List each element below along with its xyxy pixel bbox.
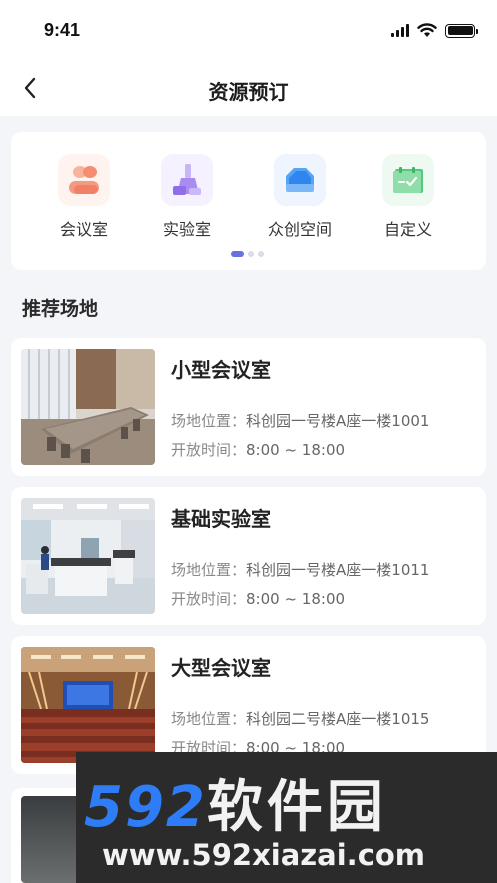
carousel-dots[interactable] bbox=[231, 251, 264, 257]
venue-photo bbox=[21, 498, 155, 614]
wifi-icon bbox=[417, 23, 437, 37]
venue-card[interactable]: 小型会议室 场地位置：科创园一号楼A座一楼1001 开放时间：8:00 ~ 18… bbox=[11, 338, 486, 476]
status-time: 9:41 bbox=[44, 20, 81, 40]
venue-photo bbox=[21, 349, 155, 465]
venue-hours: 开放时间：8:00 ~ 18:00 bbox=[171, 441, 346, 459]
cellular-signal-icon bbox=[391, 24, 409, 37]
carousel-dot[interactable] bbox=[258, 251, 264, 257]
venue-location: 场地位置：科创园二号楼A座一楼1015 bbox=[171, 710, 430, 728]
category-custom[interactable]: 自定义 bbox=[363, 154, 453, 244]
page-title: 资源预订 bbox=[208, 80, 289, 104]
category-label: 众创空间 bbox=[267, 220, 332, 239]
venue-card[interactable]: 基础实验室 场地位置：科创园一号楼A座一楼1011 开放时间：8:00 ~ 18… bbox=[11, 487, 486, 625]
carousel-dot[interactable] bbox=[248, 251, 254, 257]
venue-location: 场地位置：科创园一号楼A座一楼1011 bbox=[171, 561, 430, 579]
venue-photo bbox=[21, 796, 81, 883]
watermark-overlay: 592软件园 www.592xiazai.com bbox=[76, 752, 497, 883]
category-card: 会议室 实验室 众创空间 自定义 bbox=[11, 132, 486, 270]
category-label: 实验室 bbox=[162, 220, 211, 239]
venue-card-partial[interactable] bbox=[11, 788, 81, 883]
venue-name: 小型会议室 bbox=[171, 358, 271, 382]
venue-photo bbox=[21, 647, 155, 763]
watermark-brand: 592软件园 bbox=[84, 775, 387, 840]
meeting-room-icon bbox=[58, 154, 110, 206]
section-title: 推荐场地 bbox=[22, 298, 99, 320]
status-bar: 9:41 bbox=[0, 0, 497, 62]
category-label: 自定义 bbox=[383, 220, 432, 239]
venue-name: 大型会议室 bbox=[171, 656, 271, 680]
category-label: 会议室 bbox=[59, 220, 108, 239]
maker-space-icon bbox=[274, 154, 326, 206]
venue-hours: 开放时间：8:00 ~ 18:00 bbox=[171, 590, 346, 608]
watermark-url: www.592xiazai.com bbox=[102, 838, 426, 872]
category-meeting-room[interactable]: 会议室 bbox=[39, 154, 129, 244]
venue-location: 场地位置：科创园一号楼A座一楼1001 bbox=[171, 412, 430, 430]
status-icons bbox=[391, 23, 478, 38]
carousel-dot[interactable] bbox=[231, 251, 244, 257]
battery-icon bbox=[445, 23, 478, 38]
nav-bar: 资源预订 bbox=[0, 62, 497, 116]
category-laboratory[interactable]: 实验室 bbox=[142, 154, 232, 244]
laboratory-icon bbox=[161, 154, 213, 206]
category-maker-space[interactable]: 众创空间 bbox=[255, 154, 345, 244]
venue-name: 基础实验室 bbox=[171, 507, 271, 531]
custom-icon bbox=[382, 154, 434, 206]
